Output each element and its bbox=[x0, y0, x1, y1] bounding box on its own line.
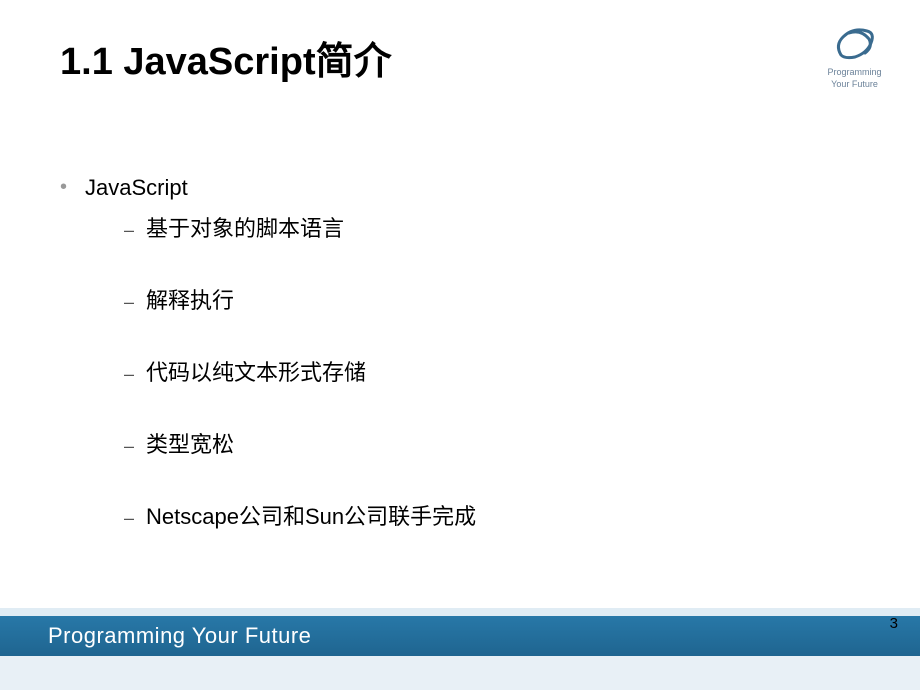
logo-text-line1: Programming bbox=[817, 67, 892, 79]
sub-item-text: 类型宽松 bbox=[146, 427, 234, 459]
footer-band-bottom bbox=[0, 656, 920, 690]
bullet-dot-icon: • bbox=[60, 177, 67, 197]
list-item: – 代码以纯文本形式存储 bbox=[124, 355, 860, 387]
list-item: – 类型宽松 bbox=[124, 427, 860, 459]
sub-item-text: Netscape公司和Sun公司联手完成 bbox=[146, 499, 476, 531]
sub-list: – 基于对象的脚本语言 – 解释执行 – 代码以纯文本形式存储 – 类型宽松 –… bbox=[60, 211, 860, 531]
slide-content: 1.1 JavaScript简介 Programming Your Future… bbox=[0, 0, 920, 531]
page-number: 3 bbox=[890, 615, 898, 632]
footer-tagline: Programming Your Future bbox=[48, 623, 311, 649]
logo-area: Programming Your Future bbox=[817, 25, 892, 90]
dash-icon: – bbox=[124, 221, 134, 239]
list-item: – 解释执行 bbox=[124, 283, 860, 315]
dash-icon: – bbox=[124, 365, 134, 383]
dash-icon: – bbox=[124, 437, 134, 455]
sub-item-text: 代码以纯文本形式存储 bbox=[146, 355, 366, 387]
dash-icon: – bbox=[124, 509, 134, 527]
dash-icon: – bbox=[124, 293, 134, 311]
logo-text-line2: Your Future bbox=[817, 79, 892, 91]
sub-item-text: 基于对象的脚本语言 bbox=[146, 211, 344, 243]
footer-band-top bbox=[0, 608, 920, 616]
footer: Programming Your Future bbox=[0, 608, 920, 690]
sub-item-text: 解释执行 bbox=[146, 283, 234, 315]
footer-band-main: Programming Your Future bbox=[0, 616, 920, 656]
list-item: – 基于对象的脚本语言 bbox=[124, 211, 860, 243]
bullet-list: • JavaScript bbox=[60, 175, 860, 201]
list-item: • JavaScript bbox=[60, 175, 860, 201]
slide-title: 1.1 JavaScript简介 bbox=[60, 30, 860, 85]
list-item: – Netscape公司和Sun公司联手完成 bbox=[124, 499, 860, 531]
top-bullet-text: JavaScript bbox=[85, 175, 188, 201]
logo-icon bbox=[831, 25, 879, 63]
